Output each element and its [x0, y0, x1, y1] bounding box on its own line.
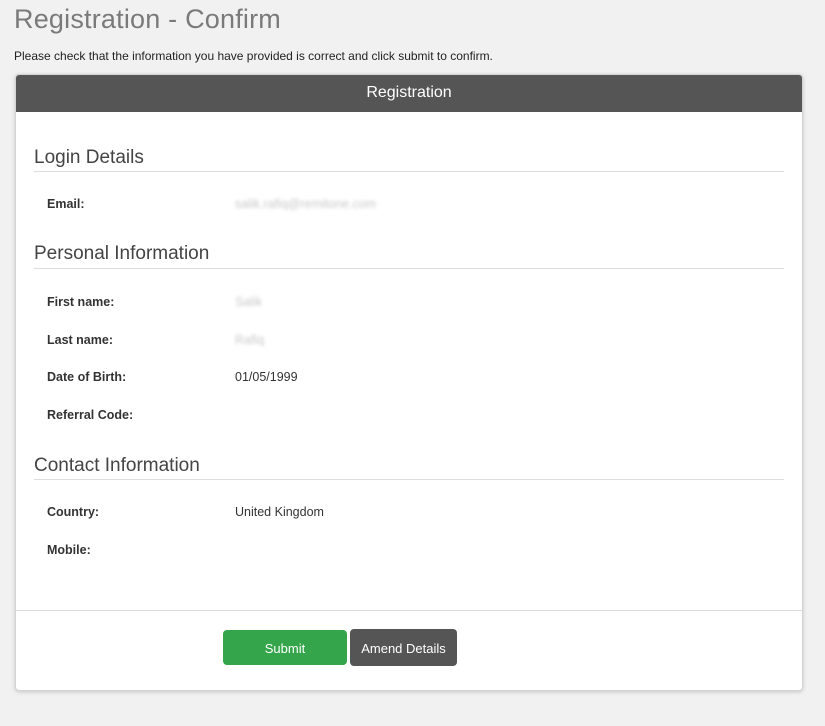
personal-information-divider [34, 268, 784, 269]
first-name-value: Salik [235, 295, 263, 309]
contact-information-title: Contact Information [34, 455, 200, 476]
country-value: United Kingdom [235, 505, 324, 519]
amend-details-button[interactable]: Amend Details [350, 629, 457, 666]
email-value: salik.rafiq@remitone.com [235, 197, 377, 211]
dob-value: 01/05/1999 [235, 370, 298, 384]
registration-panel: Registration Login Details Email: salik.… [15, 74, 803, 691]
last-name-label: Last name: [47, 333, 113, 347]
page: Registration - Confirm Please check that… [0, 0, 825, 726]
country-label: Country: [47, 505, 100, 519]
page-title: Registration - Confirm [14, 4, 281, 34]
footer-divider [16, 610, 802, 611]
panel-header: Registration [16, 75, 802, 112]
mobile-label: Mobile: [47, 543, 91, 557]
intro-text: Please check that the information you ha… [14, 49, 493, 63]
login-details-title: Login Details [34, 147, 144, 168]
email-label: Email: [47, 197, 85, 211]
referral-code-label: Referral Code: [47, 408, 134, 422]
contact-information-divider [34, 479, 784, 480]
login-details-divider [34, 171, 784, 172]
personal-information-title: Personal Information [34, 243, 210, 264]
first-name-label: First name: [47, 295, 115, 309]
submit-button[interactable]: Submit [223, 630, 347, 665]
dob-label: Date of Birth: [47, 370, 127, 384]
last-name-value: Rafiq [235, 333, 265, 347]
